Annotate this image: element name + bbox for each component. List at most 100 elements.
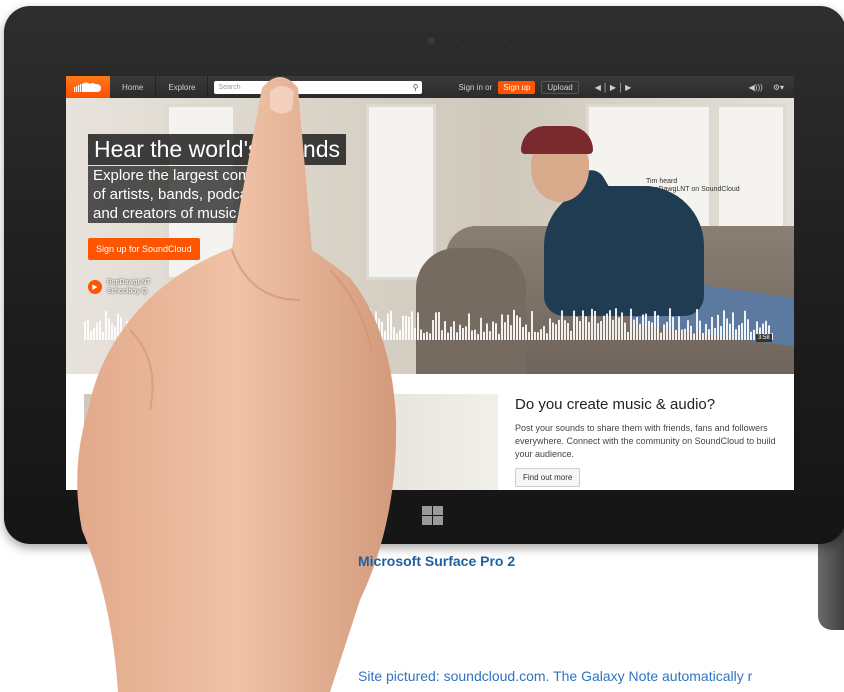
waveform-bar xyxy=(720,326,722,340)
windows-logo-icon[interactable] xyxy=(422,506,444,526)
signup-cta-button[interactable]: Sign up for SoundCloud xyxy=(88,238,200,260)
sign-up-button[interactable]: Sign up xyxy=(498,80,536,94)
waveform-bar xyxy=(495,323,497,340)
search-input[interactable]: Search ⚲ xyxy=(214,80,423,94)
waveform-bar xyxy=(357,324,359,340)
waveform[interactable] xyxy=(84,306,774,346)
waveform-bar xyxy=(138,319,140,340)
waveform-bar xyxy=(714,327,716,340)
upload-button[interactable]: Upload xyxy=(541,80,579,94)
waveform-bar xyxy=(201,313,203,340)
waveform-bar xyxy=(630,308,632,340)
waveform-bar xyxy=(372,322,374,340)
volume-icon[interactable]: ◀))) xyxy=(749,83,763,92)
waveform-bar xyxy=(501,314,503,340)
caption-title[interactable]: Microsoft Surface Pro 2 xyxy=(358,553,515,569)
waveform-bar xyxy=(666,321,668,340)
front-camera xyxy=(428,37,435,44)
waveform-bar xyxy=(510,325,512,340)
track-duration: 3:58 xyxy=(756,334,772,342)
waveform-bar xyxy=(432,320,434,340)
credit-line: BopDawgLNT on SoundCloud xyxy=(646,186,740,193)
previous-icon[interactable]: ◀│ xyxy=(595,83,610,92)
waveform-bar xyxy=(330,325,332,340)
waveform-bar xyxy=(642,314,644,340)
waveform-bar xyxy=(615,308,617,340)
soundcloud-logo[interactable] xyxy=(66,76,110,98)
waveform-bar xyxy=(585,316,587,340)
promo-body: Post your sounds to share them with frie… xyxy=(515,423,776,459)
waveform-bar xyxy=(222,321,224,340)
waveform-bar xyxy=(378,318,380,340)
next-icon[interactable]: │▶ xyxy=(618,83,633,92)
waveform-bar xyxy=(447,332,449,340)
waveform-bar xyxy=(636,317,638,340)
promo-image xyxy=(84,394,498,490)
waveform-bar xyxy=(105,311,107,340)
waveform-bar xyxy=(492,321,494,340)
gear-icon[interactable]: ⚙▾ xyxy=(773,83,784,92)
waveform-bar xyxy=(750,331,752,340)
find-out-more-button[interactable]: Find out more xyxy=(515,468,581,487)
waveform-bar xyxy=(159,322,161,340)
waveform-bar xyxy=(483,331,485,340)
waveform-bar xyxy=(675,329,677,340)
waveform-bar xyxy=(177,326,179,340)
waveform-bar xyxy=(273,321,275,340)
waveform-bar xyxy=(153,308,155,340)
waveform-bar xyxy=(171,319,173,340)
waveform-bar xyxy=(516,315,518,340)
waveform-bar xyxy=(441,330,443,340)
waveform-bar xyxy=(294,314,296,340)
waveform-bar xyxy=(126,321,128,340)
waveform-bar xyxy=(156,330,158,340)
waveform-bar xyxy=(558,319,560,340)
hero-subtitle-line: and creators of music & audio xyxy=(88,204,297,223)
nav-explore[interactable]: Explore xyxy=(156,76,209,98)
sign-in-link[interactable]: Sign in or xyxy=(458,83,492,92)
waveform-bar xyxy=(186,322,188,340)
waveform-bar xyxy=(261,317,263,340)
play-icon[interactable]: ▶ xyxy=(88,280,102,294)
waveform-bar xyxy=(546,333,548,340)
waveform-bar xyxy=(252,332,254,340)
waveform-bar xyxy=(165,329,167,340)
waveform-bar xyxy=(276,322,278,340)
waveform-bar xyxy=(660,332,662,340)
waveform-bar xyxy=(627,332,629,340)
waveform-bar xyxy=(93,327,95,340)
waveform-bar xyxy=(423,333,425,340)
featured-track[interactable]: ▶ BopDawgLNT Schoolboy Q xyxy=(88,278,151,296)
waveform-bar xyxy=(624,322,626,340)
waveform-bar xyxy=(564,320,566,340)
waveform-bar xyxy=(300,326,302,340)
waveform-bar xyxy=(162,309,164,340)
waveform-bar xyxy=(603,315,605,340)
waveform-bar xyxy=(450,326,452,340)
waveform-bar xyxy=(402,315,404,340)
waveform-bar xyxy=(651,322,653,340)
waveform-bar xyxy=(174,316,176,340)
credit-line: Tim heard xyxy=(646,178,678,185)
waveform-bar xyxy=(561,310,563,340)
waveform-bar xyxy=(270,322,272,340)
waveform-bar xyxy=(543,326,545,340)
waveform-bar xyxy=(147,332,149,340)
waveform-bar xyxy=(297,330,299,340)
waveform-bar xyxy=(429,333,431,340)
waveform-bar xyxy=(255,323,257,340)
player-controls[interactable]: ◀│▶│▶ xyxy=(595,83,633,92)
waveform-bar xyxy=(375,311,377,340)
waveform-bar xyxy=(489,331,491,340)
play-icon[interactable]: ▶ xyxy=(610,83,618,92)
nav-home[interactable]: Home xyxy=(110,76,157,98)
waveform-bar xyxy=(390,310,392,340)
waveform-bar xyxy=(207,324,209,340)
waveform-bar xyxy=(219,311,221,340)
waveform-bar xyxy=(507,314,509,340)
waveform-bar xyxy=(327,333,329,340)
waveform-bar xyxy=(249,331,251,340)
waveform-bar xyxy=(486,323,488,340)
waveform-bar xyxy=(108,318,110,340)
waveform-bar xyxy=(729,323,731,340)
